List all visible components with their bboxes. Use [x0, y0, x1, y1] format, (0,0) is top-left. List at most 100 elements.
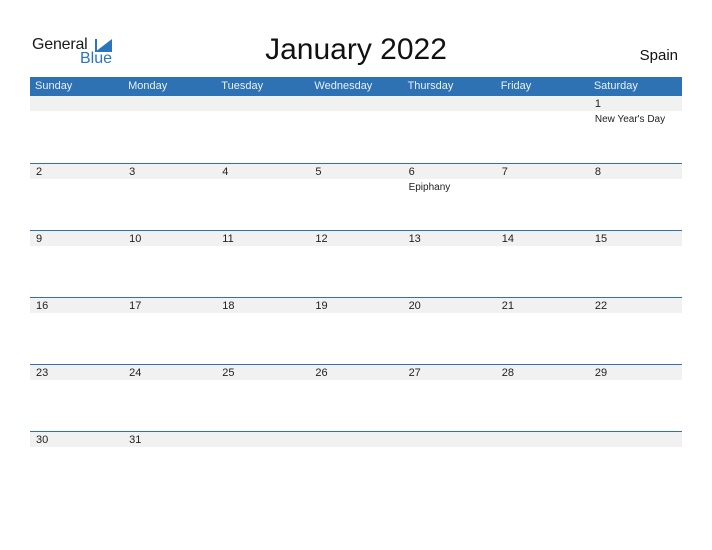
day-number-strip	[216, 96, 310, 111]
day-cell: 16	[30, 298, 124, 364]
weekday-friday: Friday	[500, 80, 532, 92]
day-number: 19	[315, 300, 328, 312]
day-cell: 4	[216, 164, 310, 230]
day-cell: 1 New Year's Day	[588, 96, 682, 163]
weeks-container: 1 New Year's Day 2 3 4 5 6 Epiphany 7 8 9 10 11 12 13 1…	[30, 96, 682, 498]
weekday-sunday: Sunday	[35, 80, 73, 92]
day-number-strip	[309, 96, 403, 111]
day-cell: 6 Epiphany	[402, 164, 496, 230]
day-number-strip	[588, 96, 682, 111]
day-cell: 5	[309, 164, 403, 230]
weekday-header: Sunday Monday Tuesday Wednesday Thursday…	[30, 77, 682, 96]
day-number: 4	[222, 166, 229, 178]
day-number-strip	[30, 164, 124, 179]
day-number-strip	[123, 96, 217, 111]
day-cell	[123, 96, 217, 163]
day-cell: 30	[30, 432, 124, 498]
day-cell	[495, 96, 589, 163]
day-cell	[588, 432, 682, 498]
day-number-strip	[216, 432, 310, 447]
day-number-strip	[309, 432, 403, 447]
day-number: 17	[129, 300, 142, 312]
day-number: 6	[408, 166, 415, 178]
day-number-strip	[30, 96, 124, 111]
weekday-wednesday: Wednesday	[314, 80, 373, 92]
calendar-title: January 2022	[265, 33, 447, 66]
week-row: 2 3 4 5 6 Epiphany 7 8	[30, 163, 682, 230]
day-number: 14	[501, 233, 514, 245]
weekday-saturday: Saturday	[593, 80, 638, 92]
day-number: 24	[129, 367, 142, 379]
weekday-thursday: Thursday	[407, 80, 454, 92]
day-cell: 23	[30, 365, 124, 431]
day-number-strip	[495, 96, 589, 111]
holiday-label: Epiphany	[408, 182, 451, 193]
day-cell	[30, 96, 124, 163]
week-row: 23 24 25 26 27 28 29	[30, 364, 682, 431]
day-number: 13	[408, 233, 421, 245]
day-cell: 24	[123, 365, 217, 431]
day-cell: 17	[123, 298, 217, 364]
day-cell: 18	[216, 298, 310, 364]
day-number: 21	[501, 300, 514, 312]
day-cell: 15	[588, 231, 682, 297]
day-number-strip	[309, 164, 403, 179]
day-number-strip	[402, 96, 496, 111]
day-number: 30	[36, 434, 49, 446]
day-cell: 19	[309, 298, 403, 364]
day-number: 22	[594, 300, 608, 312]
week-row: 30 31	[30, 431, 682, 498]
day-number: 31	[129, 434, 142, 446]
day-number: 1	[594, 98, 601, 110]
day-cell: 27	[402, 365, 496, 431]
holiday-label: New Year's Day	[594, 114, 666, 125]
week-row: 1 New Year's Day	[30, 96, 682, 163]
weekday-monday: Monday	[128, 80, 168, 92]
day-number: 10	[129, 233, 142, 245]
day-number: 28	[501, 367, 514, 379]
day-cell	[216, 432, 310, 498]
day-number: 20	[408, 300, 421, 312]
day-number: 29	[594, 367, 608, 379]
day-cell: 22	[588, 298, 682, 364]
day-cell: 20	[402, 298, 496, 364]
day-number-strip	[216, 164, 310, 179]
day-cell: 10	[123, 231, 217, 297]
day-cell	[402, 432, 496, 498]
day-cell: 21	[495, 298, 589, 364]
day-number: 18	[222, 300, 235, 312]
weekday-tuesday: Tuesday	[221, 80, 264, 92]
day-cell: 28	[495, 365, 589, 431]
day-number: 2	[36, 166, 43, 178]
day-number: 12	[315, 233, 328, 245]
day-number: 3	[129, 166, 136, 178]
day-number: 23	[36, 367, 49, 379]
day-cell: 13	[402, 231, 496, 297]
day-cell: 25	[216, 365, 310, 431]
day-number: 16	[36, 300, 49, 312]
day-number: 9	[36, 233, 43, 245]
day-cell	[402, 96, 496, 163]
day-cell: 26	[309, 365, 403, 431]
day-cell: 29	[588, 365, 682, 431]
week-row: 9 10 11 12 13 14 15	[30, 230, 682, 297]
day-cell	[309, 96, 403, 163]
day-cell: 7	[495, 164, 589, 230]
day-number-strip	[402, 164, 496, 179]
country-label: Spain	[639, 47, 678, 64]
day-cell: 31	[123, 432, 217, 498]
day-cell: 9	[30, 231, 124, 297]
day-cell: 2	[30, 164, 124, 230]
day-number: 15	[594, 233, 608, 245]
calendar-grid: Sunday Monday Tuesday Wednesday Thursday…	[30, 77, 682, 498]
day-number: 11	[222, 233, 234, 245]
day-cell: 3	[123, 164, 217, 230]
day-number-strip	[588, 432, 682, 447]
day-cell: 8	[588, 164, 682, 230]
day-number: 27	[408, 367, 421, 379]
day-number: 26	[315, 367, 328, 379]
day-number-strip	[495, 432, 589, 447]
day-cell	[216, 96, 310, 163]
day-number: 7	[501, 166, 508, 178]
day-number-strip	[30, 231, 124, 246]
